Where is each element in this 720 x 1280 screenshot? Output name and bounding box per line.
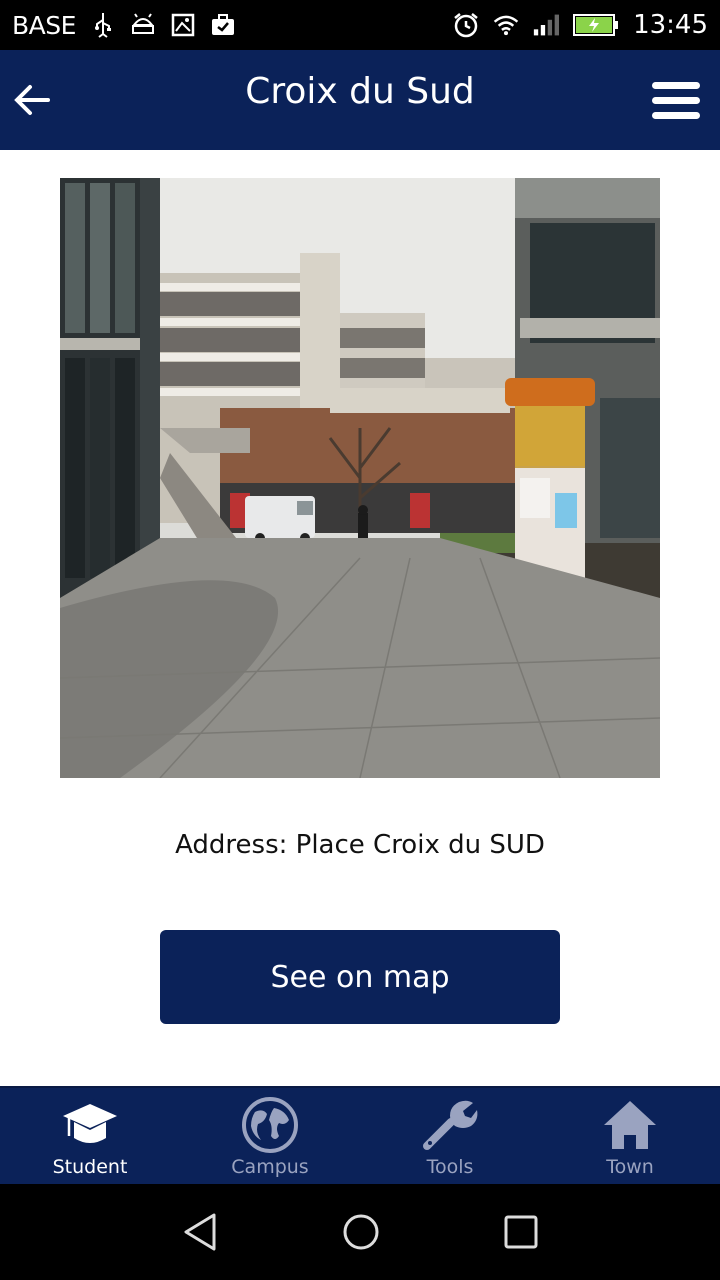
tab-label-student: Student [52, 1156, 128, 1178]
tab-town[interactable]: Town [540, 1088, 720, 1186]
building-photo [60, 178, 660, 778]
nav-recents-button[interactable] [501, 1212, 541, 1252]
status-bar: BASE 13:45 [0, 0, 720, 50]
back-triangle-icon [184, 1213, 216, 1251]
tab-student[interactable]: Student [0, 1088, 180, 1186]
wifi-icon [493, 12, 519, 38]
hamburger-menu-icon [652, 82, 700, 119]
tab-label-campus: Campus [231, 1156, 309, 1178]
home-icon [600, 1096, 660, 1154]
app-bar: Croix du Sud [0, 50, 720, 150]
wrench-icon [420, 1096, 480, 1154]
usb-icon [90, 12, 116, 38]
battery-charging-icon [573, 12, 619, 38]
bottom-tab-bar: Student Campus Tools Town [0, 1086, 720, 1186]
system-nav-bar [0, 1184, 720, 1280]
address-text: Address: Place Croix du SUD [175, 830, 545, 860]
status-right: 13:45 [453, 0, 708, 50]
tab-label-town: Town [606, 1156, 654, 1178]
tab-label-tools: Tools [426, 1156, 474, 1178]
graduation-cap-icon [60, 1096, 120, 1154]
page-title: Croix du Sud [245, 71, 475, 112]
home-circle-icon [343, 1214, 379, 1250]
nav-home-button[interactable] [341, 1212, 381, 1252]
see-on-map-label: See on map [270, 959, 450, 995]
globe-icon [240, 1096, 300, 1154]
menu-button[interactable] [650, 80, 702, 122]
alarm-icon [453, 12, 479, 38]
image-icon [170, 12, 196, 38]
recents-square-icon [504, 1215, 538, 1249]
see-on-map-button[interactable]: See on map [160, 930, 560, 1024]
carrier-name: BASE [12, 10, 76, 40]
briefcase-icon [210, 12, 236, 38]
signal-icon [533, 12, 560, 38]
status-left: BASE [12, 0, 236, 50]
tab-campus[interactable]: Campus [180, 1088, 360, 1186]
android-debug-icon [130, 12, 156, 38]
clock: 13:45 [633, 10, 708, 40]
nav-back-button[interactable] [180, 1212, 220, 1252]
tab-tools[interactable]: Tools [360, 1088, 540, 1186]
